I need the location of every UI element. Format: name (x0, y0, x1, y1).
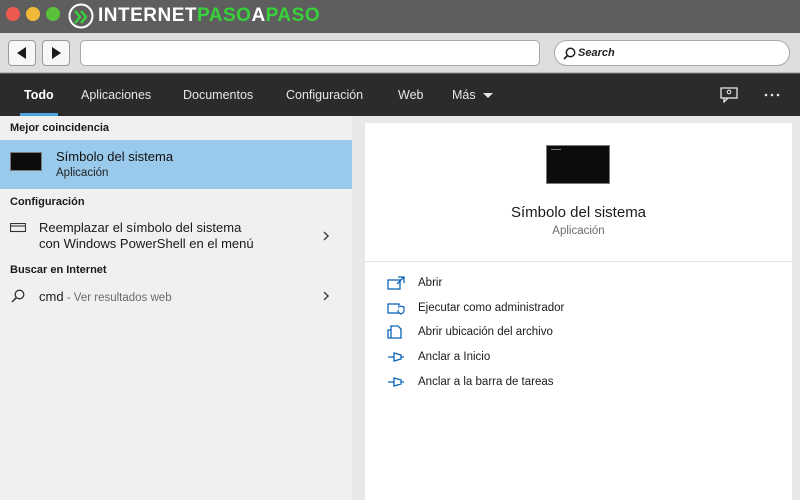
forward-arrow-icon (52, 47, 61, 59)
action-abrir[interactable]: Abrir (386, 273, 442, 293)
tab-web[interactable]: Web (398, 74, 423, 116)
action-pin-to-start[interactable]: Anclar a Inicio (386, 347, 490, 367)
chevron-right-icon (323, 291, 330, 301)
web-search-result[interactable]: cmd - Ver resultados web (0, 284, 352, 308)
minimize-window-button[interactable] (26, 7, 40, 21)
action-run-as-admin[interactable]: Ejecutar como administrador (386, 298, 564, 318)
settings-window-icon (10, 223, 26, 233)
preview-subtitle: Aplicación (552, 225, 605, 237)
tab-mas[interactable]: Más (452, 74, 493, 116)
back-arrow-icon (17, 47, 26, 59)
tab-configuracion[interactable]: Configuración (286, 74, 363, 116)
window-titlebar: INTERNETPASOAPASO (0, 0, 800, 33)
site-logo-icon (68, 3, 94, 29)
file-location-icon (386, 324, 406, 340)
address-bar[interactable] (80, 40, 540, 66)
best-match-subtitle: Aplicación (56, 167, 109, 179)
best-match-heading: Mejor coincidencia (10, 122, 110, 134)
preview-title: Símbolo del sistema (510, 204, 647, 221)
search-placeholder: Search (578, 47, 615, 59)
settings-result-line1: Reemplazar el símbolo del sistema (39, 220, 242, 235)
browser-search-input[interactable]: Search (554, 40, 790, 66)
preview-divider (365, 261, 792, 262)
pin-icon (386, 374, 406, 390)
chevron-right-icon (323, 231, 330, 241)
site-logo-text: INTERNETPASOAPASO (98, 5, 321, 26)
best-match-title: Símbolo del sistema (56, 149, 174, 164)
tab-documentos[interactable]: Documentos (183, 74, 253, 116)
action-open-file-location[interactable]: Abrir ubicación del archivo (386, 322, 553, 342)
tab-todo[interactable]: Todo (20, 74, 58, 116)
open-icon (386, 275, 406, 291)
best-match-result[interactable] (0, 140, 352, 189)
forward-button[interactable] (42, 40, 70, 66)
command-prompt-icon (10, 152, 42, 171)
settings-result[interactable]: Reemplazar el símbolo del sistema con Wi… (0, 216, 352, 258)
search-filter-tabs: Todo Aplicaciones Documentos Configuraci… (0, 74, 800, 116)
settings-result-line2: con Windows PowerShell en el menú (39, 236, 254, 251)
close-window-button[interactable] (6, 7, 20, 21)
search-icon (11, 289, 25, 303)
chevron-down-icon (482, 92, 493, 98)
settings-heading: Configuración (10, 196, 85, 208)
search-icon (563, 47, 576, 60)
command-prompt-large-icon (546, 145, 610, 184)
maximize-window-button[interactable] (46, 7, 60, 21)
browser-toolbar: Search (0, 33, 800, 73)
web-search-text: cmd - Ver resultados web (39, 289, 172, 304)
more-options-icon[interactable] (762, 85, 782, 105)
action-pin-to-taskbar[interactable]: Anclar a la barra de tareas (386, 372, 554, 392)
feedback-icon[interactable] (719, 85, 739, 105)
tab-aplicaciones[interactable]: Aplicaciones (81, 74, 151, 116)
pin-icon (386, 349, 406, 365)
run-as-admin-icon (386, 300, 406, 316)
back-button[interactable] (8, 40, 36, 66)
web-search-heading: Buscar en Internet (10, 264, 107, 276)
